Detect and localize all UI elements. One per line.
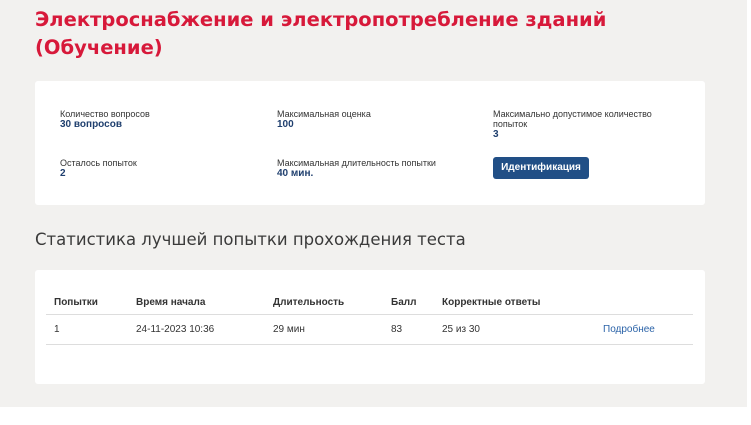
questions-count-label: Количество вопросов xyxy=(60,109,150,119)
page-title: Электроснабжение и электропотребление зд… xyxy=(35,8,607,59)
column-header-duration: Длительность xyxy=(265,290,383,315)
max-score-value: 100 xyxy=(277,119,294,130)
column-header-correct-answers: Корректные ответы xyxy=(434,290,595,315)
identification-button[interactable]: Идентификация xyxy=(493,157,589,179)
column-header-score: Балл xyxy=(383,290,434,315)
test-info-card: Количество вопросов 30 вопросов Максимал… xyxy=(35,81,705,205)
start-time-cell: 24-11-2023 10:36 xyxy=(128,314,265,345)
stats-table: Попытки Время начала Длительность Балл К… xyxy=(46,290,693,345)
details-link[interactable]: Подробнее xyxy=(603,324,655,335)
remaining-attempts-label: Осталось попыток xyxy=(60,158,137,168)
attempt-number-cell: 1 xyxy=(46,314,128,345)
duration-cell: 29 мин xyxy=(265,314,383,345)
max-attempts-value: 3 xyxy=(493,129,499,140)
questions-count-value: 30 вопросов xyxy=(60,119,122,130)
max-attempts-label: Максимально допустимое количество попыто… xyxy=(493,109,652,129)
column-header-start-time: Время начала xyxy=(128,290,265,315)
remaining-attempts-value: 2 xyxy=(60,168,66,179)
max-duration-value: 40 мин. xyxy=(277,168,314,179)
details-cell: Подробнее xyxy=(595,314,693,345)
score-cell: 83 xyxy=(383,314,434,345)
stats-card: Попытки Время начала Длительность Балл К… xyxy=(35,270,705,384)
correct-answers-cell: 25 из 30 xyxy=(434,314,595,345)
stats-section-title: Статистика лучшей попытки прохождения те… xyxy=(35,230,466,249)
column-header-attempts: Попытки xyxy=(46,290,128,315)
stats-header-row: Попытки Время начала Длительность Балл К… xyxy=(46,290,693,315)
max-duration-label: Максимальная длительность попытки xyxy=(277,158,436,168)
max-score-label: Максимальная оценка xyxy=(277,109,371,119)
table-row: 1 24-11-2023 10:36 29 мин 83 25 из 30 По… xyxy=(46,314,693,345)
column-header-actions xyxy=(595,290,693,315)
